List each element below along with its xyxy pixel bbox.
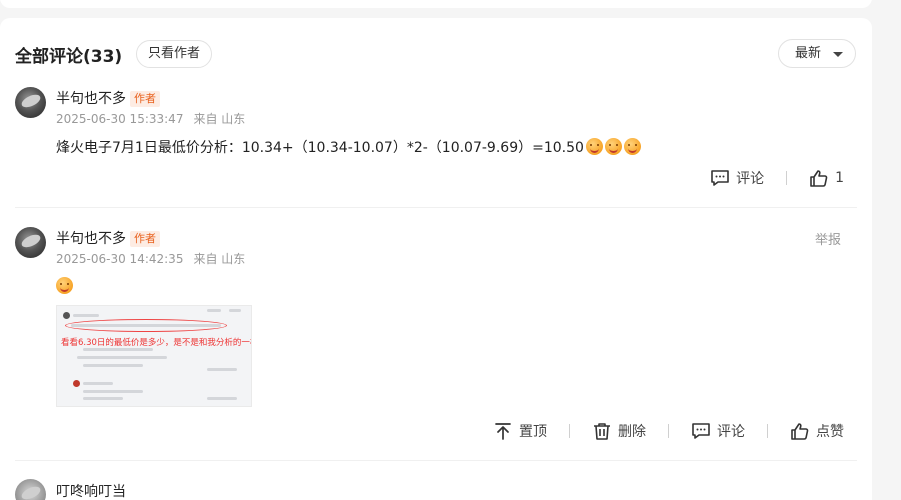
comment-icon: [692, 423, 710, 439]
comment-location: 来自 山东: [193, 112, 246, 126]
thumbs-up-icon: [810, 170, 828, 187]
comment-icon: [711, 170, 729, 186]
pin-to-top-icon: [495, 423, 511, 440]
sort-label: 最新: [795, 46, 822, 61]
comment-text: [56, 277, 73, 295]
like-button[interactable]: 点赞: [790, 421, 844, 441]
like-button[interactable]: 1: [809, 169, 844, 187]
thumbs-up-icon: [791, 423, 809, 440]
avatar[interactable]: [15, 87, 46, 118]
reply-label: 评论: [736, 171, 765, 187]
author-name[interactable]: 半句也不多: [56, 91, 126, 107]
grin-emoji: [56, 277, 73, 294]
action-separator: [767, 424, 768, 438]
image-caption: 看看6.30日的最低价是多少，是不是和我分析的一样!: [61, 338, 252, 348]
comment-actions: 置顶 删除 评论 点赞: [493, 421, 844, 441]
comment-image[interactable]: 看看6.30日的最低价是多少，是不是和我分析的一样!: [56, 305, 252, 407]
comment-divider: [15, 460, 857, 461]
smile-emoji: [585, 138, 603, 155]
trash-icon: [594, 423, 610, 440]
laugh-emoji: [623, 138, 641, 155]
only-author-button[interactable]: 只看作者: [136, 40, 213, 68]
comment-meta: 2025-06-30 14:42:35 来自 山东: [56, 250, 245, 267]
reply-button[interactable]: 评论: [710, 168, 764, 188]
comment-actions: 评论 1: [710, 168, 844, 188]
avatar[interactable]: [15, 227, 46, 258]
pin-button[interactable]: 置顶: [493, 421, 547, 441]
delete-button[interactable]: 删除: [592, 421, 646, 441]
delete-label: 删除: [618, 424, 646, 440]
comment-author[interactable]: 叮咚响叮当: [56, 481, 126, 500]
like-count: 1: [835, 170, 844, 186]
comment-location: 来自 山东: [193, 252, 246, 266]
like-label: 点赞: [816, 424, 844, 440]
author-name[interactable]: 半句也不多: [56, 231, 126, 247]
author-badge: 作者: [130, 91, 160, 107]
action-separator: [668, 424, 669, 438]
action-separator: [569, 424, 570, 438]
comment-meta: 2025-06-30 15:33:47 来自 山东: [56, 110, 245, 127]
pin-label: 置顶: [519, 424, 547, 440]
author-name[interactable]: 叮咚响叮当: [56, 484, 126, 500]
comment-divider: [15, 207, 857, 208]
reply-button[interactable]: 评论: [691, 421, 745, 441]
report-button[interactable]: 举报: [815, 229, 841, 248]
sort-dropdown[interactable]: 最新: [778, 39, 856, 68]
comments-title: 全部评论(33): [15, 47, 123, 67]
action-separator: [786, 171, 788, 185]
comment-body: 烽火电子7月1日最低价分析：10.34+（10.34-10.07）*2-（10.…: [56, 140, 584, 156]
comment-author[interactable]: 半句也不多 作者: [56, 228, 160, 248]
previous-card: [0, 0, 872, 8]
caret-down-icon: [833, 52, 843, 57]
comment-author[interactable]: 半句也不多 作者: [56, 88, 160, 108]
comment-text: 烽火电子7月1日最低价分析：10.34+（10.34-10.07）*2-（10.…: [56, 137, 641, 157]
grin-emoji: [604, 138, 622, 155]
comment-time: 2025-06-30 15:33:47: [56, 112, 184, 126]
author-badge: 作者: [130, 231, 160, 247]
comment-time: 2025-06-30 14:42:35: [56, 252, 184, 266]
reply-label: 评论: [717, 424, 745, 440]
